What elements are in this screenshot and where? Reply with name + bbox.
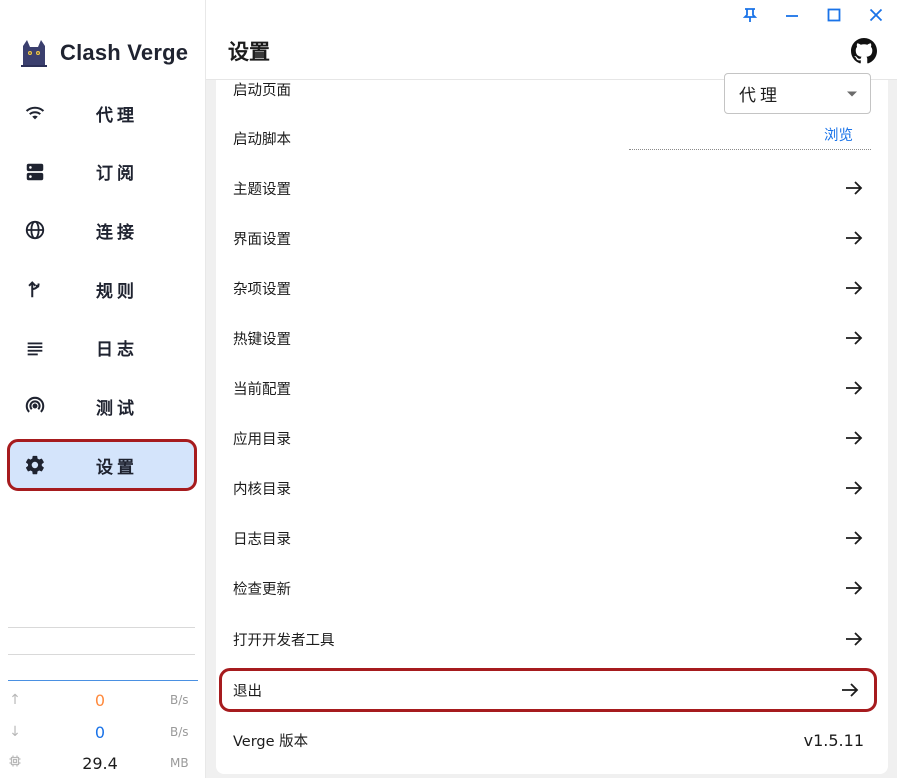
sidebar-item-label: 连接 [96, 222, 138, 243]
gear-icon [22, 452, 48, 478]
setting-check-update[interactable]: 检查更新 [216, 563, 888, 613]
setting-version: Verge 版本 v1.5.11 [216, 715, 888, 765]
pin-icon [742, 8, 758, 22]
arrow-right-icon [846, 331, 863, 345]
sidebar-item-subscription[interactable]: 订阅 [10, 149, 194, 195]
setting-label: 检查更新 [233, 581, 291, 598]
setting-label: 主题设置 [233, 181, 291, 198]
arrow-up-icon: ↑ [9, 692, 21, 708]
maximize-icon [827, 8, 841, 22]
setting-label: 打开开发者工具 [233, 632, 335, 649]
setting-label: 日志目录 [233, 531, 291, 548]
sidebar-item-logs[interactable]: 日志 [10, 325, 194, 371]
setting-hotkeys[interactable]: 热键设置 [216, 313, 888, 363]
start-page-value: 代理 [739, 86, 781, 106]
pin-button[interactable] [729, 2, 771, 28]
setting-label: 界面设置 [233, 231, 291, 248]
list-icon [22, 335, 48, 361]
setting-devtools[interactable]: 打开开发者工具 [216, 614, 888, 664]
setting-theme[interactable]: 主题设置 [216, 163, 888, 213]
memory-icon [0, 755, 30, 771]
arrow-right-icon [846, 381, 863, 395]
memory-value: 29.4 [82, 753, 118, 773]
arrow-right-icon [846, 581, 863, 595]
dns-icon [22, 159, 48, 185]
memory-usage: 29.4 MB [0, 749, 205, 777]
sidebar: Clash Verge 代理 订阅 连接 规则 日志 测试 设置 ↑ 0 B/s… [0, 0, 206, 778]
sidebar-item-proxy[interactable]: 代理 [10, 90, 194, 136]
setting-label: 启动脚本 [233, 131, 291, 148]
setting-label: 启动页面 [233, 82, 291, 99]
sidebar-item-label: 代理 [96, 105, 138, 126]
start-page-select[interactable]: 代理 [724, 73, 871, 114]
github-icon[interactable] [851, 38, 877, 64]
setting-exit[interactable]: 退出 [219, 668, 877, 712]
sidebar-item-settings[interactable]: 设置 [7, 439, 197, 492]
memory-unit: MB [170, 756, 189, 770]
arrow-right-icon [846, 231, 863, 245]
maximize-button[interactable] [813, 2, 855, 28]
setting-label: 热键设置 [233, 331, 291, 348]
sidebar-item-label: 测试 [96, 398, 138, 419]
arrow-down-icon: ↓ [9, 724, 21, 740]
sidebar-item-label: 订阅 [96, 164, 138, 185]
arrow-right-icon [846, 181, 863, 195]
cat-logo-icon [21, 40, 47, 67]
minimize-button[interactable] [771, 2, 813, 28]
setting-log-dir[interactable]: 日志目录 [216, 513, 888, 563]
arrow-right-icon [846, 531, 863, 545]
radar-icon [22, 393, 48, 419]
setting-label: 应用目录 [233, 431, 291, 448]
sidebar-item-rules[interactable]: 规则 [10, 266, 194, 312]
setting-label: 内核目录 [233, 481, 291, 498]
settings-panel: 启动页面 代理 启动脚本 浏览 主题设置 界面设置 杂项设置 热键设置 当前配置… [216, 73, 888, 774]
setting-app-dir[interactable]: 应用目录 [216, 413, 888, 463]
arrow-right-icon [846, 431, 863, 445]
upload-unit: B/s [170, 693, 189, 707]
brand: Clash Verge [18, 36, 188, 70]
browse-button[interactable]: 浏览 [629, 120, 871, 150]
arrow-right-icon [846, 632, 863, 646]
arrow-right-icon [846, 281, 863, 295]
minimize-icon [786, 15, 798, 17]
globe-icon [22, 217, 48, 243]
window-controls [729, 2, 897, 28]
wifi-icon [22, 100, 48, 126]
version-value: v1.5.11 [803, 730, 864, 750]
sidebar-item-test[interactable]: 测试 [10, 383, 194, 429]
traffic-graph [8, 680, 198, 681]
upload-value: 0 [94, 690, 106, 710]
fork-icon [22, 276, 48, 302]
sidebar-divider [8, 627, 195, 628]
sidebar-nav: 代理 订阅 连接 规则 日志 测试 设置 [7, 90, 197, 501]
download-unit: B/s [170, 725, 189, 739]
setting-label: 退出 [233, 683, 262, 700]
arrow-right-icon [842, 683, 859, 697]
close-icon [869, 8, 883, 22]
setting-current-config[interactable]: 当前配置 [216, 363, 888, 413]
app-name: Clash Verge [60, 40, 189, 65]
setting-label: 当前配置 [233, 381, 291, 398]
arrow-right-icon [846, 481, 863, 495]
sidebar-item-label: 日志 [96, 340, 138, 361]
setting-core-dir[interactable]: 内核目录 [216, 463, 888, 513]
page-title: 设置 [228, 40, 270, 64]
sidebar-item-label: 设置 [96, 457, 138, 478]
setting-interface[interactable]: 界面设置 [216, 213, 888, 263]
sidebar-item-label: 规则 [96, 281, 138, 302]
setting-misc[interactable]: 杂项设置 [216, 263, 888, 313]
caret-down-icon [847, 91, 857, 96]
download-value: 0 [94, 722, 106, 742]
setting-label: Verge 版本 [233, 733, 309, 750]
setting-label: 杂项设置 [233, 281, 291, 298]
download-speed: ↓ 0 B/s [0, 718, 205, 746]
sidebar-item-connections[interactable]: 连接 [10, 207, 194, 253]
upload-speed: ↑ 0 B/s [0, 686, 205, 714]
close-button[interactable] [855, 2, 897, 28]
sidebar-divider [8, 654, 195, 655]
